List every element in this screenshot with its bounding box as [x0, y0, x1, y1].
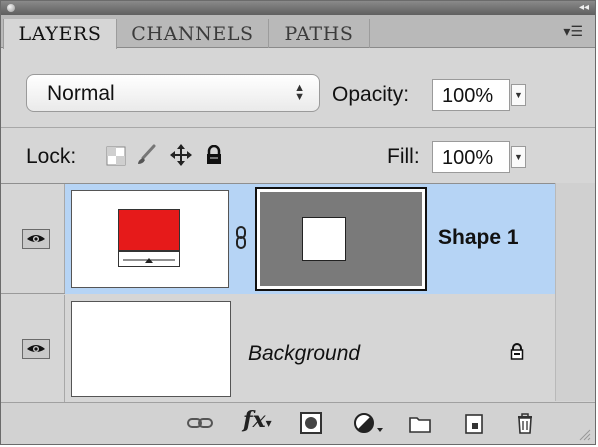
- shape-fill-swatch: [118, 209, 180, 251]
- layer-thumbnail[interactable]: [71, 301, 231, 397]
- fill-dropdown-icon[interactable]: ▼: [511, 146, 526, 168]
- layer-thumbnail[interactable]: [71, 190, 229, 288]
- triangle-icon: [123, 258, 175, 263]
- trash-icon[interactable]: [516, 412, 534, 434]
- eye-icon[interactable]: [22, 339, 50, 359]
- blend-mode-value: Normal: [47, 82, 115, 105]
- panel-footer: fx▾: [1, 402, 595, 444]
- lock-position-icon[interactable]: [170, 144, 192, 166]
- tab-layers[interactable]: LAYERS: [3, 19, 117, 49]
- layers-list: Shape 1 Background: [1, 183, 555, 402]
- mask-gray-area: [260, 192, 422, 286]
- fill-label: Fill:: [387, 145, 420, 168]
- panel-titlebar: ◂◂: [1, 1, 595, 15]
- fill-input[interactable]: 100%: [432, 141, 510, 173]
- layer-name[interactable]: Shape 1: [438, 226, 519, 250]
- layer-row-background[interactable]: Background: [1, 295, 555, 402]
- vector-mask-thumbnail[interactable]: [255, 187, 427, 291]
- divider: [1, 127, 595, 128]
- scrollbar[interactable]: [555, 183, 595, 401]
- new-group-icon[interactable]: [409, 415, 431, 433]
- visibility-cell: [1, 295, 65, 402]
- lock-all-icon[interactable]: [205, 145, 223, 165]
- chevron-updown-icon: ▲ ▼: [294, 82, 305, 103]
- eye-icon[interactable]: [22, 229, 50, 249]
- lock-transparent-pixels-icon[interactable]: [106, 146, 126, 166]
- layers-panel: ◂◂ LAYERS CHANNELS PATHS ▾☰ Normal ▲ ▼ Op…: [0, 0, 596, 445]
- link-layers-icon[interactable]: [187, 416, 213, 430]
- panel-menu-icon[interactable]: ▾☰: [563, 23, 583, 40]
- fx-icon[interactable]: fx▾: [243, 407, 272, 433]
- layer-name[interactable]: Background: [248, 342, 360, 366]
- mask-shape: [302, 217, 346, 261]
- lock-label: Lock:: [26, 145, 77, 168]
- blend-mode-select[interactable]: Normal ▲ ▼: [26, 74, 320, 112]
- lock-icon: [510, 343, 524, 360]
- tab-channels[interactable]: CHANNELS: [117, 19, 269, 48]
- close-icon[interactable]: [7, 4, 15, 12]
- collapse-icon[interactable]: ◂◂: [579, 1, 589, 15]
- resize-grip-icon[interactable]: [579, 429, 591, 441]
- visibility-cell: [1, 184, 65, 293]
- shape-indicator: [118, 251, 180, 267]
- new-layer-icon[interactable]: [465, 414, 483, 434]
- opacity-label: Opacity:: [332, 83, 410, 106]
- tab-bar: LAYERS CHANNELS PATHS ▾☰: [1, 15, 595, 49]
- tab-paths[interactable]: PATHS: [269, 19, 370, 48]
- add-mask-icon[interactable]: [300, 412, 322, 434]
- opacity-input[interactable]: 100%: [432, 79, 510, 111]
- adjustment-layer-icon[interactable]: [353, 412, 385, 434]
- lock-image-pixels-icon[interactable]: [135, 144, 157, 166]
- layer-row-shape-1[interactable]: Shape 1: [1, 184, 555, 294]
- opacity-dropdown-icon[interactable]: ▼: [511, 84, 526, 106]
- chain-link-icon[interactable]: [234, 226, 248, 250]
